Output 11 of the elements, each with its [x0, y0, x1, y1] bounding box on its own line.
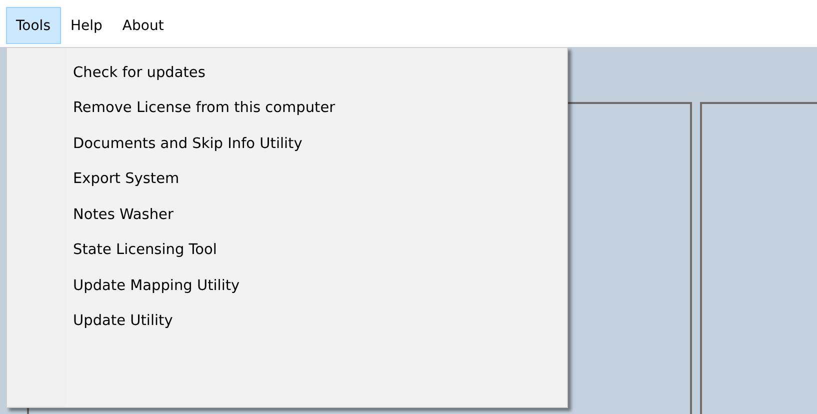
menu-item[interactable]: Update Utility — [7, 304, 567, 339]
menu-item[interactable]: Notes Washer — [7, 197, 567, 232]
menu-bar-item[interactable]: Help — [60, 7, 112, 44]
menu-item[interactable]: Documents and Skip Info Utility — [7, 126, 567, 162]
menu-item[interactable]: Export System — [7, 162, 567, 197]
menu-item[interactable]: Check for updates — [7, 55, 567, 90]
menu-item[interactable]: State Licensing Tool — [7, 232, 567, 268]
menu-bar-item[interactable]: Tools — [6, 7, 60, 44]
menu-bar-item[interactable]: About — [112, 7, 174, 44]
menu-item[interactable]: Remove License from this computer — [7, 90, 567, 126]
menu-item[interactable]: Update Mapping Utility — [7, 268, 567, 304]
